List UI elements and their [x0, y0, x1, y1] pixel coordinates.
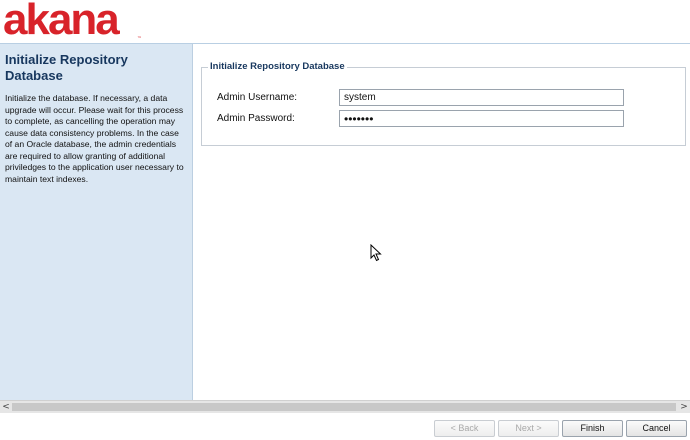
- admin-password-input[interactable]: [339, 110, 624, 127]
- akana-logo: akana: [3, 0, 120, 44]
- sidebar-description: Initialize the database. If necessary, a…: [5, 93, 184, 184]
- admin-username-input[interactable]: [339, 89, 624, 106]
- scrollbar-thumb[interactable]: [12, 403, 676, 411]
- next-button[interactable]: Next >: [498, 420, 559, 437]
- scroll-left-arrow-icon[interactable]: <: [0, 401, 12, 413]
- repository-fieldset: [201, 67, 686, 146]
- mouse-pointer-icon: [370, 244, 382, 262]
- header-bar: akana ™: [0, 0, 690, 44]
- fieldset-legend: Initialize Repository Database: [208, 61, 347, 72]
- sidebar-title: Initialize Repository Database: [5, 52, 128, 83]
- finish-button[interactable]: Finish: [562, 420, 623, 437]
- cancel-button[interactable]: Cancel: [626, 420, 687, 437]
- trademark-symbol: ™: [137, 36, 142, 42]
- admin-password-label: Admin Password:: [217, 113, 295, 124]
- admin-username-label: Admin Username:: [217, 92, 298, 103]
- horizontal-scrollbar[interactable]: < >: [0, 400, 690, 413]
- sidebar-panel: Initialize Repository Database Initializ…: [0, 44, 193, 400]
- back-button[interactable]: < Back: [434, 420, 495, 437]
- scroll-right-arrow-icon[interactable]: >: [678, 401, 690, 413]
